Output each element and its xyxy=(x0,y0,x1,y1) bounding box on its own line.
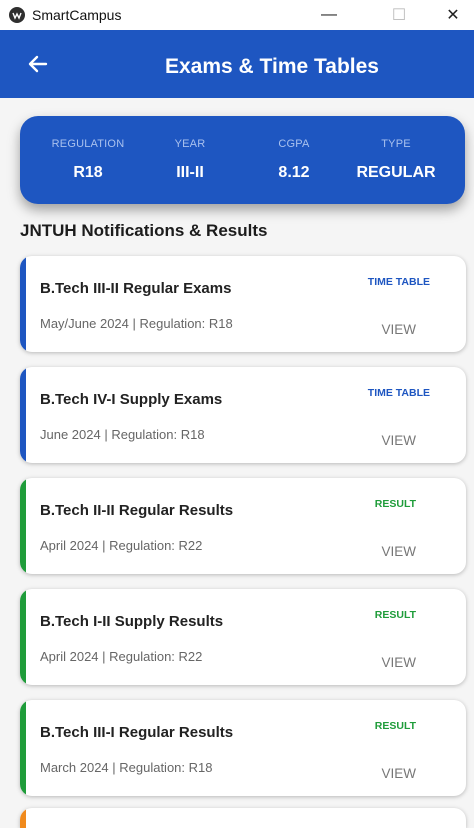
window-title: SmartCampus xyxy=(32,7,122,23)
card-subtitle: May/June 2024 | Regulation: R18 xyxy=(40,316,233,331)
card-accent-bar xyxy=(20,700,26,796)
app-logo-icon xyxy=(9,7,25,23)
maximize-button[interactable]: ☐ xyxy=(376,0,422,30)
card-title: B.Tech III-I Regular Results xyxy=(40,724,234,741)
year-label: YEAR xyxy=(174,138,206,150)
card-subtitle: March 2024 | Regulation: R18 xyxy=(40,760,213,775)
card-accent-bar xyxy=(20,808,26,828)
view-button[interactable]: VIEW xyxy=(381,766,416,781)
cgpa-label: CGPA xyxy=(278,138,310,150)
summary-regulation: REGULATION R18 xyxy=(38,138,138,182)
card-type-badge: TIME TABLE xyxy=(367,387,430,399)
summary-type: TYPE REGULAR xyxy=(346,138,446,182)
card-type-badge: RESULT xyxy=(374,609,416,621)
minimize-button[interactable]: — xyxy=(306,0,352,30)
notification-card[interactable]: B.Tech IV-I Supply Exams June 2024 | Reg… xyxy=(20,367,466,463)
summary-year: YEAR III-II xyxy=(140,138,240,182)
card-subtitle: April 2024 | Regulation: R22 xyxy=(40,538,203,553)
page-title: Exams & Time Tables xyxy=(165,55,379,78)
notification-card-partial[interactable] xyxy=(20,808,466,828)
type-value: REGULAR xyxy=(356,164,436,181)
summary-cgpa: CGPA 8.12 xyxy=(244,138,344,182)
card-accent-bar xyxy=(20,478,26,574)
view-button[interactable]: VIEW xyxy=(381,655,416,670)
card-type-badge: TIME TABLE xyxy=(367,276,430,288)
card-type-badge: RESULT xyxy=(374,498,416,510)
card-accent-bar xyxy=(20,367,26,463)
regulation-value: R18 xyxy=(73,164,103,181)
card-title: B.Tech I-II Supply Results xyxy=(40,613,224,630)
type-label: TYPE xyxy=(381,138,411,150)
cgpa-value: 8.12 xyxy=(278,164,310,181)
view-button[interactable]: VIEW xyxy=(381,544,416,559)
notification-card[interactable]: B.Tech I-II Supply Results April 2024 | … xyxy=(20,589,466,685)
year-value: III-II xyxy=(176,164,204,181)
section-title: JNTUH Notifications & Results xyxy=(20,221,268,240)
card-subtitle: June 2024 | Regulation: R18 xyxy=(40,427,205,442)
view-button[interactable]: VIEW xyxy=(381,322,416,337)
app-bar: Exams & Time Tables xyxy=(0,30,474,98)
card-title: B.Tech III-II Regular Exams xyxy=(40,280,232,297)
view-button[interactable]: VIEW xyxy=(381,433,416,448)
close-button[interactable]: ✕ xyxy=(430,0,474,30)
student-summary-card: REGULATION R18 YEAR III-II CGPA 8.12 TYP… xyxy=(20,116,465,204)
regulation-label: REGULATION xyxy=(51,138,125,150)
window-titlebar: SmartCampus — ☐ ✕ xyxy=(0,0,474,30)
card-type-badge: RESULT xyxy=(374,720,416,732)
card-subtitle: April 2024 | Regulation: R22 xyxy=(40,649,203,664)
notification-card[interactable]: B.Tech III-I Regular Results March 2024 … xyxy=(20,700,466,796)
notification-card[interactable]: B.Tech III-II Regular Exams May/June 202… xyxy=(20,256,466,352)
card-title: B.Tech II-II Regular Results xyxy=(40,502,234,519)
card-accent-bar xyxy=(20,256,26,352)
card-title: B.Tech IV-I Supply Exams xyxy=(40,391,223,408)
card-accent-bar xyxy=(20,589,26,685)
notification-card[interactable]: B.Tech II-II Regular Results April 2024 … xyxy=(20,478,466,574)
